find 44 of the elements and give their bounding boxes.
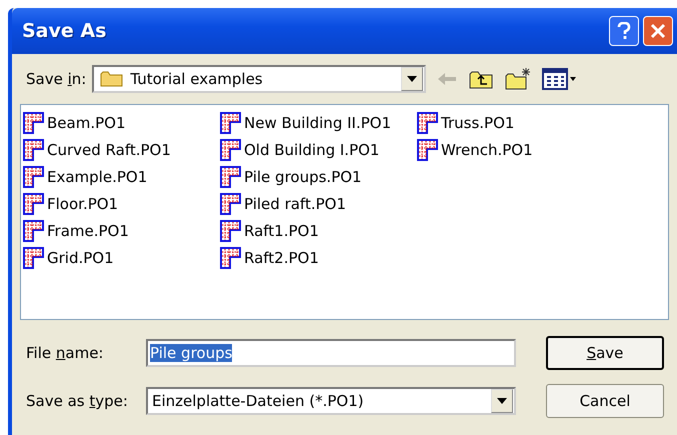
grid-file-icon <box>23 138 45 160</box>
file-name-label: File name: <box>26 344 104 362</box>
grid-file-icon <box>23 192 45 214</box>
grid-file-icon <box>23 246 45 268</box>
folder-icon <box>100 70 124 88</box>
file-item[interactable]: Grid.PO1 <box>23 244 220 271</box>
file-item[interactable]: Beam.PO1 <box>23 109 220 136</box>
file-item[interactable]: Raft2.PO1 <box>220 244 417 271</box>
grid-file-icon <box>220 192 242 214</box>
file-item[interactable]: Wrench.PO1 <box>417 136 614 163</box>
grid-file-icon <box>220 166 242 188</box>
grid-file-icon <box>220 246 242 268</box>
grid-file-icon <box>220 220 242 242</box>
grid-file-icon <box>23 220 45 242</box>
help-icon <box>616 22 632 40</box>
file-item[interactable]: Truss.PO1 <box>417 109 614 136</box>
save-as-type-label: Save as type: <box>26 392 129 410</box>
save-in-label: Save in: <box>26 70 86 88</box>
file-item[interactable]: Raft1.PO1 <box>220 217 417 244</box>
save-button[interactable]: Save <box>546 336 664 370</box>
file-item[interactable]: Pile groups.PO1 <box>220 163 417 190</box>
close-button[interactable] <box>643 16 673 46</box>
new-folder-icon[interactable] <box>504 67 532 91</box>
file-item[interactable]: Example.PO1 <box>23 163 220 190</box>
file-item[interactable]: Curved Raft.PO1 <box>23 136 220 163</box>
grid-file-icon <box>220 112 242 134</box>
save-as-type-dropdown[interactable]: Einzelplatte-Dateien (*.PO1) <box>146 387 516 415</box>
file-item[interactable]: Frame.PO1 <box>23 217 220 244</box>
cancel-button[interactable]: Cancel <box>546 384 664 418</box>
grid-file-icon <box>417 138 439 160</box>
view-menu-icon[interactable] <box>542 68 578 90</box>
close-icon <box>650 23 666 39</box>
grid-file-icon <box>220 138 242 160</box>
file-item[interactable]: New Building II.PO1 <box>220 109 417 136</box>
file-item[interactable]: Old Building I.PO1 <box>220 136 417 163</box>
file-item[interactable]: Floor.PO1 <box>23 190 220 217</box>
save-in-dropdown[interactable]: Tutorial examples <box>92 65 426 93</box>
file-item[interactable]: Piled raft.PO1 <box>220 190 417 217</box>
grid-file-icon <box>23 166 45 188</box>
file-name-field[interactable]: Pile groups <box>146 339 516 367</box>
grid-file-icon <box>23 112 45 134</box>
window-title: Save As <box>22 20 106 42</box>
grid-file-icon <box>417 112 439 134</box>
help-button[interactable] <box>609 16 639 46</box>
